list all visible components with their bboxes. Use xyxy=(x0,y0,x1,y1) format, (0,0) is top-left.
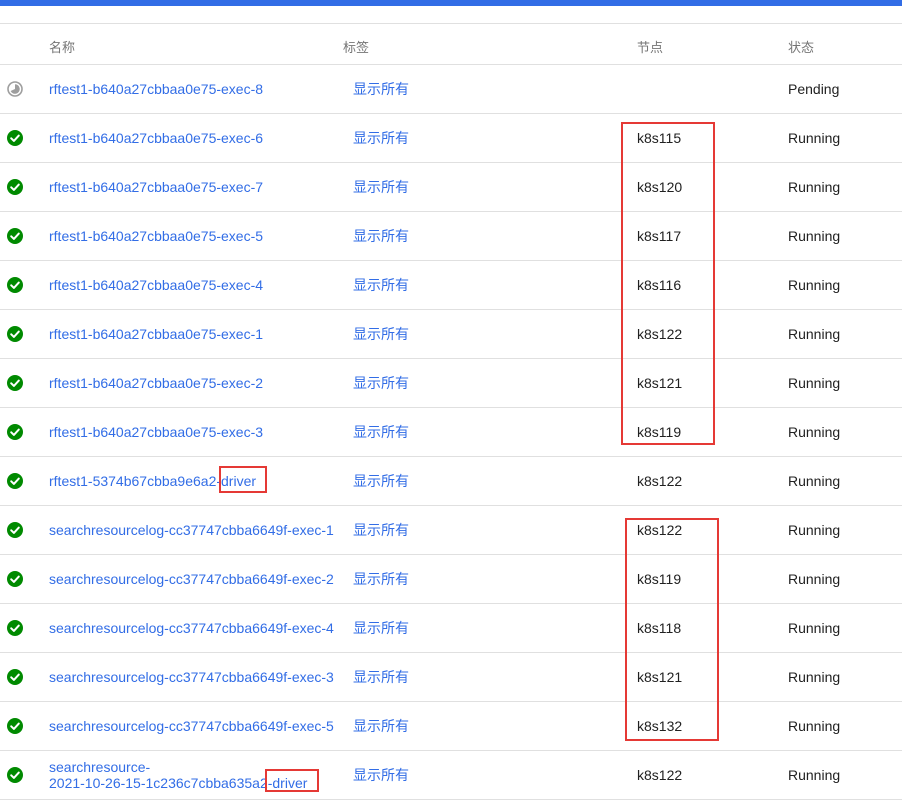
node-name: k8s116 xyxy=(637,277,682,293)
pod-name-link[interactable]: rftest1-b640a27cbbaa0e75-exec-6 xyxy=(49,130,263,146)
pod-name-link[interactable]: rftest1-b640a27cbbaa0e75-exec-8 xyxy=(49,81,263,97)
node-name: k8s122 xyxy=(637,473,683,489)
pod-name-link[interactable]: searchresourcelog-cc37747cbba6649f-exec-… xyxy=(49,522,334,538)
check-circle-icon xyxy=(7,424,23,440)
pod-status: Running xyxy=(788,473,841,489)
table-row: searchresourcelog-cc37747cbba6649f-exec-… xyxy=(0,702,902,751)
node-name: k8s119 xyxy=(637,424,682,440)
table-row: rftest1-b640a27cbbaa0e75-exec-7 显示所有 k8s12… xyxy=(0,163,902,212)
check-circle-icon xyxy=(7,179,23,195)
column-header-labels: 标签 xyxy=(343,40,370,55)
show-all-labels-link[interactable]: 显示所有 xyxy=(353,718,409,734)
pod-status: Running xyxy=(788,669,841,685)
node-name: k8s122 xyxy=(637,326,683,342)
show-all-labels-link[interactable]: 显示所有 xyxy=(353,130,409,146)
pod-status: Running xyxy=(788,277,841,293)
check-circle-icon xyxy=(7,669,23,685)
table-row: rftest1-b640a27cbbaa0e75-exec-3 显示所有 k8s11… xyxy=(0,408,902,457)
check-circle-icon xyxy=(7,277,23,293)
pod-status: Running xyxy=(788,375,841,391)
table-row: rftest1-b640a27cbbaa0e75-exec-1 显示所有 k8s12… xyxy=(0,310,902,359)
node-name: k8s121 xyxy=(637,375,683,391)
table-row: rftest1-b640a27cbbaa0e75-exec-2 显示所有 k8s12… xyxy=(0,359,902,408)
node-name: k8s132 xyxy=(637,718,683,734)
node-name: k8s122 xyxy=(637,767,683,783)
show-all-labels-link[interactable]: 显示所有 xyxy=(353,277,409,293)
node-name: k8s117 xyxy=(637,228,682,244)
pod-status: Running xyxy=(788,179,841,195)
node-name: k8s118 xyxy=(637,620,682,636)
pod-status: Running xyxy=(788,130,841,146)
show-all-labels-link[interactable]: 显示所有 xyxy=(353,228,409,244)
table-row: searchresource- 2021-10-26-15-1c236c7cbba… xyxy=(0,751,902,800)
show-all-labels-link[interactable]: 显示所有 xyxy=(353,669,409,685)
table-row: searchresourcelog-cc37747cbba6649f-exec-… xyxy=(0,555,902,604)
check-circle-icon xyxy=(7,718,23,734)
pod-status: Running xyxy=(788,424,841,440)
pod-name-link[interactable]: searchresourcelog-cc37747cbba6649f-exec-… xyxy=(49,620,334,636)
pod-name-link[interactable]: searchresourcelog-cc37747cbba6649f-exec-… xyxy=(49,669,334,685)
check-circle-icon xyxy=(7,228,23,244)
node-name: k8s122 xyxy=(637,522,683,538)
check-circle-icon xyxy=(7,375,23,391)
pod-name-link[interactable]: rftest1-b640a27cbbaa0e75-exec-1 xyxy=(49,326,263,342)
node-name: k8s121 xyxy=(637,669,683,685)
pod-name-link[interactable]: rftest1-b640a27cbbaa0e75-exec-5 xyxy=(49,228,263,244)
table-row: rftest1-b640a27cbbaa0e75-exec-6 显示所有 k8s11… xyxy=(0,114,902,163)
show-all-labels-link[interactable]: 显示所有 xyxy=(353,424,409,440)
pod-name-link[interactable]: searchresourcelog-cc37747cbba6649f-exec-… xyxy=(49,571,334,587)
check-circle-icon xyxy=(7,326,23,342)
show-all-labels-link[interactable]: 显示所有 xyxy=(353,81,409,97)
pod-name-link[interactable]: rftest1-5374b67cbba9e6a2-driver xyxy=(49,473,256,489)
table-row: rftest1-5374b67cbba9e6a2-driver 显示所有 k8s12… xyxy=(0,457,902,506)
table-body: rftest1-b640a27cbbaa0e75-exec-8 显示所有 Pendi… xyxy=(0,65,902,800)
pod-status: Running xyxy=(788,767,841,783)
pending-icon xyxy=(7,81,23,97)
show-all-labels-link[interactable]: 显示所有 xyxy=(353,620,409,636)
node-name: k8s120 xyxy=(637,179,683,195)
check-circle-icon xyxy=(7,473,23,489)
table-row: searchresourcelog-cc37747cbba6649f-exec-… xyxy=(0,506,902,555)
column-header-name[interactable]: 名称 xyxy=(49,37,75,56)
top-accent-bar xyxy=(0,0,902,6)
pods-table: 名称 标签 节点 状态 rftest1-b640a27cbbaa0e75-exe… xyxy=(0,23,902,800)
check-circle-icon xyxy=(7,620,23,636)
pod-status: Running xyxy=(788,620,841,636)
show-all-labels-link[interactable]: 显示所有 xyxy=(353,571,409,587)
show-all-labels-link[interactable]: 显示所有 xyxy=(353,473,409,489)
table-row: rftest1-b640a27cbbaa0e75-exec-4 显示所有 k8s11… xyxy=(0,261,902,310)
table-row: searchresourcelog-cc37747cbba6649f-exec-… xyxy=(0,604,902,653)
pod-name-link[interactable]: searchresourcelog-cc37747cbba6649f-exec-… xyxy=(49,718,334,734)
pod-status: Pending xyxy=(788,81,840,97)
node-name: k8s119 xyxy=(637,571,682,587)
table-row: searchresourcelog-cc37747cbba6649f-exec-… xyxy=(0,653,902,702)
show-all-labels-link[interactable]: 显示所有 xyxy=(353,375,409,391)
show-all-labels-link[interactable]: 显示所有 xyxy=(353,767,409,783)
pod-name-link[interactable]: rftest1-b640a27cbbaa0e75-exec-3 xyxy=(49,424,263,440)
table-row: rftest1-b640a27cbbaa0e75-exec-5 显示所有 k8s11… xyxy=(0,212,902,261)
show-all-labels-link[interactable]: 显示所有 xyxy=(353,179,409,195)
check-circle-icon xyxy=(7,522,23,538)
table-row: rftest1-b640a27cbbaa0e75-exec-8 显示所有 Pendi… xyxy=(0,65,902,114)
pod-name-link[interactable]: rftest1-b640a27cbbaa0e75-exec-4 xyxy=(49,277,263,293)
node-name: k8s115 xyxy=(637,130,682,146)
check-circle-icon xyxy=(7,767,23,783)
pod-status: Running xyxy=(788,571,841,587)
pod-name-link[interactable]: rftest1-b640a27cbbaa0e75-exec-7 xyxy=(49,179,263,195)
pod-status: Running xyxy=(788,326,841,342)
pod-name-link[interactable]: rftest1-b640a27cbbaa0e75-exec-2 xyxy=(49,375,263,391)
column-header-status[interactable]: 状态 xyxy=(788,37,814,56)
pod-status: Running xyxy=(788,522,841,538)
table-header: 名称 标签 节点 状态 xyxy=(0,24,902,65)
check-circle-icon xyxy=(7,130,23,146)
show-all-labels-link[interactable]: 显示所有 xyxy=(353,326,409,342)
check-circle-icon xyxy=(7,571,23,587)
column-header-node[interactable]: 节点 xyxy=(637,37,663,56)
pod-status: Running xyxy=(788,718,841,734)
show-all-labels-link[interactable]: 显示所有 xyxy=(353,522,409,538)
pod-name-link[interactable]: searchresource- 2021-10-26-15-1c236c7cbba… xyxy=(49,759,307,791)
pod-status: Running xyxy=(788,228,841,244)
